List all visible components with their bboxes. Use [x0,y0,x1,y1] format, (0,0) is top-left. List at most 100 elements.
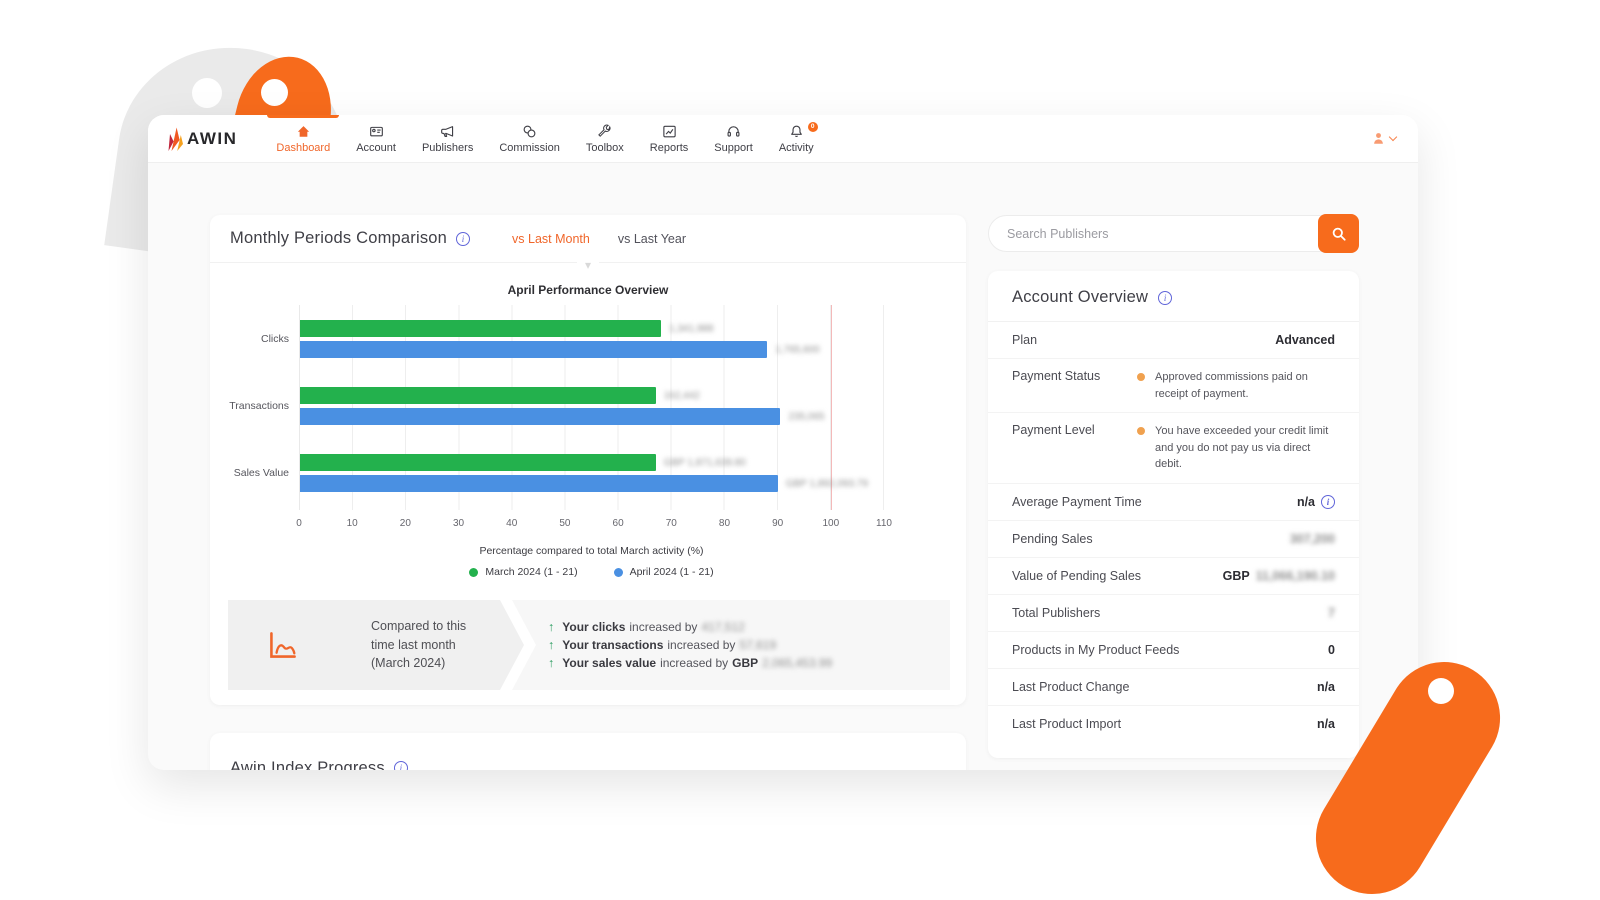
decorative-orange-pin-hole [261,79,288,106]
x-tick: 40 [506,518,517,529]
row-value: n/a [1317,717,1335,731]
bar-value: 1,765,600 [775,344,820,355]
nav-label: Activity [779,142,814,154]
up-arrow-icon: ↑ [548,656,554,670]
account-overview-card: Account Overview i Plan Advanced Payment… [988,271,1359,758]
coins-icon [522,124,537,139]
x-tick: 50 [559,518,570,529]
x-axis-ticks: 0102030405060708090100110 [299,518,884,532]
row-products-in-feeds: Products in My Product Feeds 0 [988,632,1359,669]
info-icon[interactable]: i [1158,291,1172,305]
row-average-payment-time: Average Payment Time n/ai [988,484,1359,521]
row-label: Average Payment Time [1012,495,1142,509]
row-value: You have exceeded your credit limit and … [1155,423,1335,473]
home-icon [296,124,311,139]
strip-note-block: Compared to this time last month (March … [228,600,524,690]
info-icon[interactable]: i [1321,495,1335,509]
search-input[interactable] [988,215,1359,252]
bar-march-transactions[interactable] [300,387,656,404]
x-axis-label: Percentage compared to total March activ… [299,545,884,557]
nav-item-account[interactable]: Account [343,115,409,163]
nav-item-activity[interactable]: 0 Activity [766,115,827,163]
category-label: Sales Value [205,454,289,492]
row-value: 11,066,190.10 [1256,569,1335,583]
chart-legend: March 2024 (1 - 21) April 2024 (1 - 21) [299,566,884,578]
legend-dot-march [469,568,478,577]
comparison-subject: Your transactions [562,638,663,652]
user-menu[interactable] [1371,131,1396,146]
wrench-icon [597,124,612,139]
legend-item-march: March 2024 (1 - 21) [469,566,577,578]
currency-prefix: GBP [1223,569,1250,583]
app-header: AWIN Dashboard Account Publishers Comm [148,115,1418,163]
user-icon [1371,131,1386,146]
app-window: AWIN Dashboard Account Publishers Comm [148,115,1418,770]
up-arrow-icon: ↑ [548,620,554,634]
nav-item-publishers[interactable]: Publishers [409,115,486,163]
info-icon[interactable]: i [394,761,408,770]
legend-label: March 2024 (1 - 21) [485,566,577,578]
comparison-value: 417,512 [701,620,744,634]
bar-value: 235,065 [788,411,824,422]
collapse-caret-icon[interactable]: ▾ [577,259,599,271]
legend-item-april: April 2024 (1 - 21) [614,566,714,578]
category-label: Clicks [205,320,289,358]
publisher-search [988,215,1359,252]
x-tick: 110 [876,518,892,529]
megaphone-icon [440,124,455,139]
bar-march-clicks[interactable] [300,320,661,337]
comparison-item-sales: ↑ Your sales value increased by GBP 2,06… [548,656,832,670]
nav-item-toolbox[interactable]: Toolbox [573,115,637,163]
x-tick: 70 [666,518,677,529]
comparison-note: Compared to this time last month (March … [371,617,489,673]
bar-group-transactions: Transactions 162,442 235,065 [300,387,884,429]
nav-item-commission[interactable]: Commission [486,115,573,163]
nav-item-reports[interactable]: Reports [637,115,702,163]
chevron-down-icon [1389,133,1397,141]
row-value: 7 [1328,606,1335,620]
decorative-gray-pin-hole [192,78,222,108]
comparison-text: increased by [660,656,728,670]
nav-item-support[interactable]: Support [701,115,766,163]
comparison-strip: Compared to this time last month (March … [228,600,950,690]
status-dot-icon [1137,427,1145,435]
x-tick: 100 [822,518,839,529]
nav-label: Support [714,142,753,154]
nav-label: Dashboard [276,142,330,154]
row-value: n/a [1317,680,1335,694]
info-icon[interactable]: i [456,232,470,246]
bar-april-clicks[interactable] [300,341,767,358]
tab-vs-last-month[interactable]: vs Last Month [512,232,590,246]
x-tick: 90 [772,518,783,529]
tab-vs-last-year[interactable]: vs Last Year [618,232,686,246]
row-label: Products in My Product Feeds [1012,643,1179,657]
search-icon [1331,226,1347,242]
comparison-text: increased by [667,638,735,652]
bar-value: 1,341,988 [669,323,714,334]
row-value: 0 [1328,643,1335,657]
bar-value: 162,442 [664,390,700,401]
x-tick: 80 [719,518,730,529]
x-tick: 30 [453,518,464,529]
bar-march-sales[interactable] [300,454,656,471]
bell-icon [789,124,804,139]
report-chart-icon [662,124,677,139]
awin-logo[interactable]: AWIN [164,125,237,152]
row-label: Value of Pending Sales [1012,569,1141,583]
page: AWIN Dashboard Account Publishers Comm [0,0,1600,900]
monthly-periods-card: Monthly Periods Comparison i vs Last Mon… [210,215,966,705]
search-button[interactable] [1318,214,1359,253]
nav-label: Account [356,142,396,154]
activity-badge: 0 [808,122,818,132]
bar-april-sales[interactable] [300,475,778,492]
x-tick: 60 [613,518,624,529]
row-total-publishers: Total Publishers 7 [988,595,1359,632]
row-payment-status: Payment Status Approved commissions paid… [988,359,1359,413]
nav-item-dashboard[interactable]: Dashboard [263,115,343,163]
category-label: Transactions [205,387,289,425]
row-label: Last Product Change [1012,680,1129,694]
nav-label: Toolbox [586,142,624,154]
nav-label: Reports [650,142,689,154]
comparison-subject: Your clicks [562,620,625,634]
bar-april-transactions[interactable] [300,408,780,425]
